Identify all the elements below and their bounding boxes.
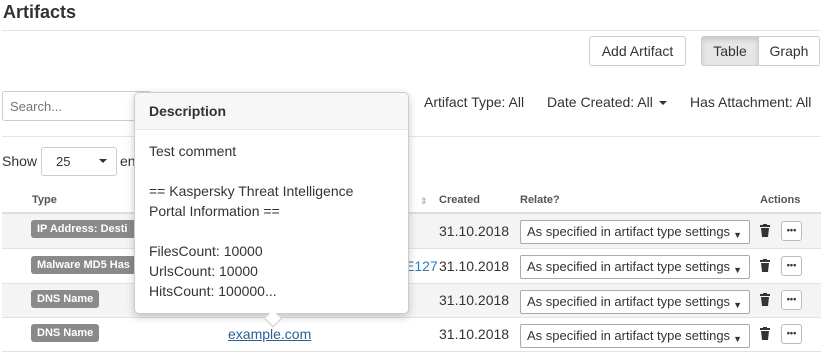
trash-icon[interactable] [759, 327, 771, 341]
triangle-down-icon: ▼ [733, 230, 742, 240]
created-date: 31.10.2018 [439, 326, 510, 342]
artifact-type-badge: IP Address: Desti [31, 220, 143, 238]
show-label: Show [2, 153, 38, 169]
popover-line: HitsCount: 100000... [149, 283, 277, 299]
has-attachment-filter[interactable]: Has Attachment: All [690, 94, 811, 110]
more-actions-button[interactable]: ••• [781, 221, 802, 241]
relate-select-value: As specified in artifact type settings [527, 294, 731, 309]
date-created-filter-label: Date Created: All [547, 94, 653, 110]
triangle-down-icon: ▼ [733, 300, 742, 310]
created-date: 31.10.2018 [439, 258, 510, 274]
popover-title: Description [135, 93, 408, 130]
column-header-relate: Relate? [520, 194, 560, 206]
popover-line: Portal Information == [149, 203, 280, 219]
column-header-actions: Actions [760, 194, 801, 206]
popover-line: FilesCount: 10000 [149, 243, 263, 259]
title-divider [2, 30, 821, 31]
date-created-filter[interactable]: Date Created: All [547, 94, 667, 110]
artifact-type-badge: DNS Name [31, 324, 100, 342]
add-artifact-button[interactable]: Add Artifact [589, 36, 686, 66]
description-popover: Description Test comment == Kaspersky Th… [134, 92, 409, 328]
graph-view-button[interactable]: Graph [758, 36, 820, 66]
relate-select-value: As specified in artifact type settings [527, 224, 731, 239]
sort-icon[interactable]: ⇕ [420, 196, 428, 207]
relate-select[interactable]: As specified in artifact type settings ▼ [520, 324, 750, 348]
table-view-button[interactable]: Table [701, 36, 759, 66]
caret-down-icon [658, 101, 667, 106]
artifact-type-badge: Malware MD5 Has [31, 256, 143, 274]
created-date: 31.10.2018 [439, 292, 510, 308]
triangle-down-icon: ▼ [733, 334, 742, 344]
relate-select-value: As specified in artifact type settings [527, 259, 731, 274]
artifact-value-link[interactable]: E127 [405, 258, 438, 274]
trash-icon[interactable] [759, 259, 771, 273]
artifact-value-link[interactable]: example.com [228, 326, 311, 342]
column-header-created[interactable]: Created [439, 194, 480, 206]
relate-select[interactable]: As specified in artifact type settings ▼ [520, 220, 750, 244]
popover-line [149, 221, 353, 241]
page-size-value: 25 [56, 154, 71, 169]
artifact-type-badge: DNS Name [31, 290, 100, 308]
popover-line: UrlsCount: 10000 [149, 263, 258, 279]
page-title: Artifacts [3, 2, 77, 22]
popover-line: == Kaspersky Threat Intelligence [149, 183, 354, 199]
created-date: 31.10.2018 [439, 223, 510, 239]
filter-divider [2, 136, 821, 137]
trash-icon[interactable] [759, 293, 771, 307]
column-header-type[interactable]: Type [32, 194, 57, 206]
more-actions-button[interactable]: ••• [781, 290, 802, 310]
chevron-down-icon [99, 159, 107, 163]
more-actions-button[interactable]: ••• [781, 324, 802, 344]
more-actions-button[interactable]: ••• [781, 256, 802, 276]
relate-select-value: As specified in artifact type settings [527, 328, 731, 343]
popover-body: Test comment == Kaspersky Threat Intelli… [149, 141, 353, 301]
popover-line: Test comment [149, 143, 237, 159]
search-input[interactable] [2, 91, 152, 121]
relate-select[interactable]: As specified in artifact type settings ▼ [520, 290, 750, 314]
relate-select[interactable]: As specified in artifact type settings ▼ [520, 255, 750, 279]
triangle-down-icon: ▼ [733, 265, 742, 275]
popover-line [149, 161, 353, 181]
page-size-select[interactable]: 25 [41, 147, 117, 176]
trash-icon[interactable] [759, 224, 771, 238]
artifact-type-filter[interactable]: Artifact Type: All [424, 94, 524, 110]
